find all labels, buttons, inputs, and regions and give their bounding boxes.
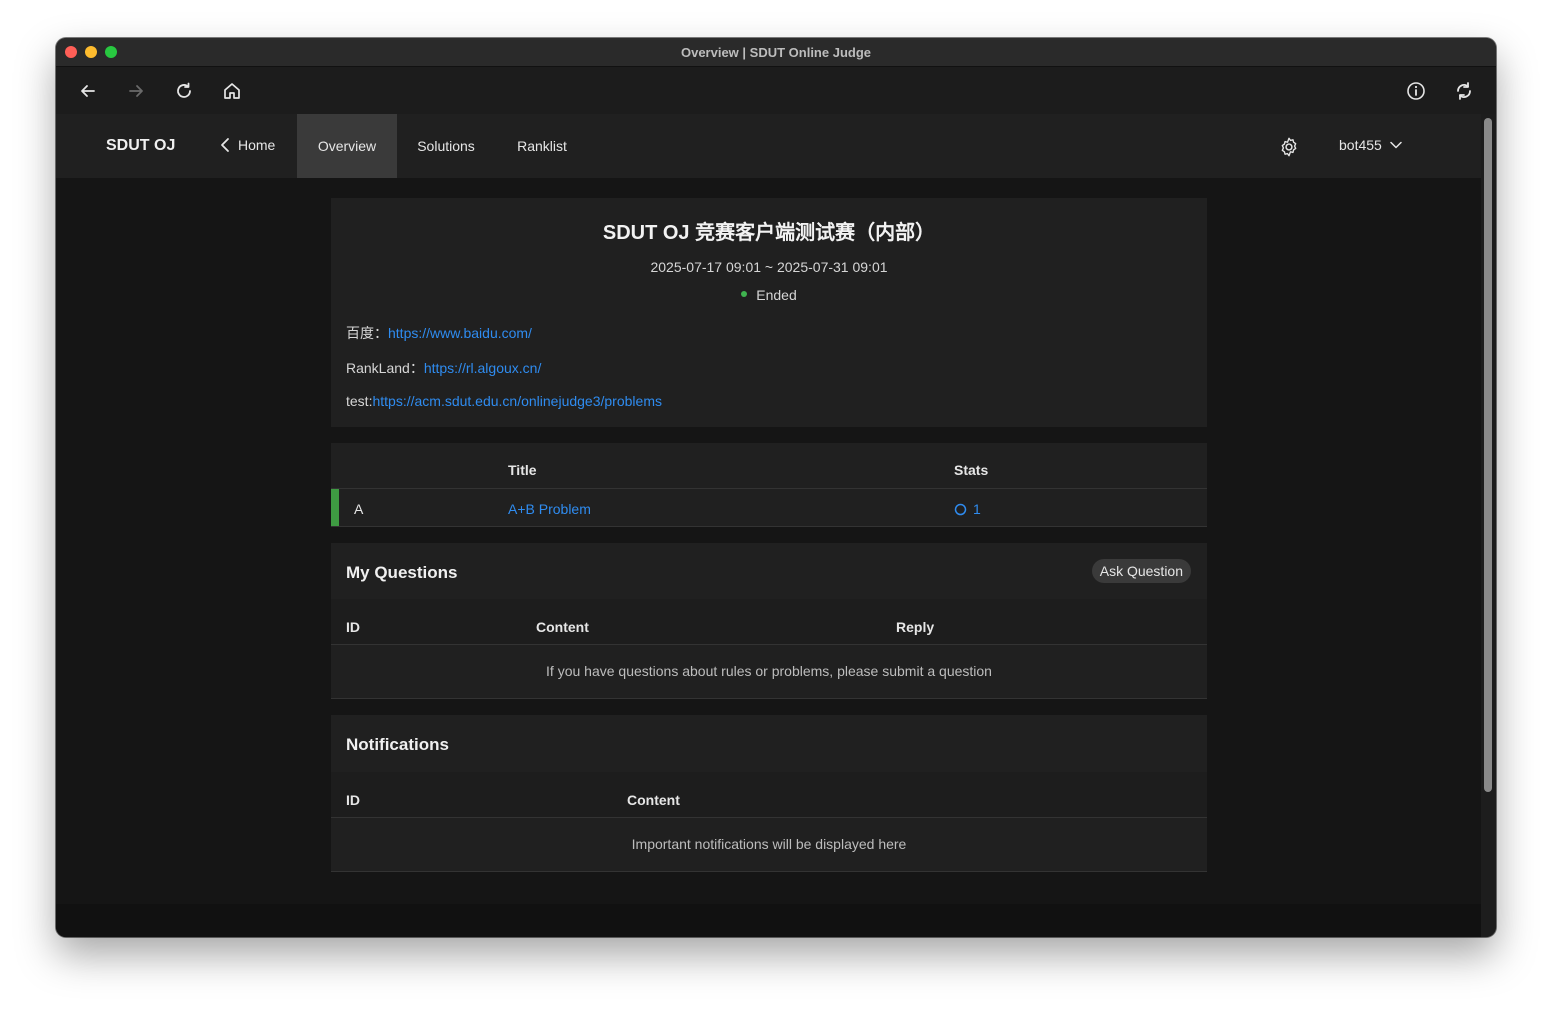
contest-title: SDUT OJ 竞赛客户端测试赛（内部）: [602, 222, 936, 244]
problem-index: A: [354, 501, 364, 517]
vertical-scrollbar[interactable]: [1481, 114, 1496, 937]
column-header-stats: Stats: [954, 462, 989, 478]
home-icon[interactable]: [220, 79, 244, 103]
arrow-left-icon[interactable]: [76, 79, 100, 103]
notifications-table-header: ID Content: [331, 772, 1207, 818]
circle-icon: [954, 503, 967, 515]
contest-desc-line: 百度：https://www.baidu.com/: [346, 323, 532, 343]
tab-solutions[interactable]: Solutions: [401, 114, 491, 178]
contest-time: 2025-07-17 09:01 ~ 2025-07-31 09:01: [650, 259, 888, 275]
problem-title-link[interactable]: A+B Problem: [508, 501, 591, 517]
problem-table-header: Title Stats: [331, 443, 1207, 489]
notifications-card: Notifications ID Content Important notif…: [331, 715, 1207, 872]
problem-stats: 1: [954, 501, 981, 517]
brand-logo[interactable]: SDUT OJ: [106, 137, 175, 155]
browser-window: Overview | SDUT Online Judge SDUT OJ Hom…: [56, 38, 1496, 937]
desc-label: RankLand：: [346, 360, 424, 376]
gear-icon[interactable]: [1278, 136, 1300, 158]
desc-link[interactable]: https://rl.algoux.cn/: [424, 360, 542, 376]
problem-table: Title Stats A A+B Problem 1: [331, 443, 1207, 527]
username: bot455: [1339, 137, 1382, 153]
questions-empty-text: If you have questions about rules or pro…: [331, 645, 1207, 699]
desc-link[interactable]: https://acm.sdut.edu.cn/onlinejudge3/pro…: [372, 393, 662, 409]
contest-info-card: SDUT OJ 竞赛客户端测试赛（内部） 2025-07-17 09:01 ~ …: [331, 198, 1207, 427]
contest-status-label: Ended: [756, 287, 797, 303]
desc-link[interactable]: https://www.baidu.com/: [388, 325, 532, 341]
contest-desc-line: RankLand：https://rl.algoux.cn/: [346, 358, 541, 378]
problem-stats-count: 1: [973, 501, 981, 517]
sync-icon[interactable]: [1452, 79, 1476, 103]
status-dot-icon: [741, 291, 748, 298]
chevron-left-icon: [221, 138, 229, 152]
chevron-down-icon: [1390, 141, 1402, 149]
ask-question-button[interactable]: Ask Question: [1091, 559, 1191, 583]
contest-desc-line: test:https://acm.sdut.edu.cn/onlinejudge…: [346, 393, 662, 409]
page-footer-area: [56, 904, 1481, 937]
tab-overview[interactable]: Overview: [297, 114, 397, 178]
column-header-content: Content: [536, 619, 589, 635]
scrollbar-thumb[interactable]: [1484, 118, 1492, 792]
top-navbar: SDUT OJ Home Overview Solutions Ranklist…: [56, 114, 1481, 178]
desc-label: test:: [346, 393, 373, 409]
desc-label: 百度：: [346, 325, 388, 341]
column-header-title: Title: [508, 462, 537, 478]
reload-icon[interactable]: [172, 79, 196, 103]
nav-home-link[interactable]: Home: [218, 137, 275, 153]
tab-ranklist[interactable]: Ranklist: [504, 114, 580, 178]
column-header-content: Content: [627, 792, 680, 808]
notifications-title: Notifications: [346, 735, 449, 754]
notifications-empty-text: Important notifications will be displaye…: [331, 818, 1207, 872]
title-bar: Overview | SDUT Online Judge: [56, 38, 1496, 67]
questions-table-header: ID Content Reply: [331, 599, 1207, 645]
user-menu[interactable]: bot455: [1339, 137, 1402, 153]
column-header-id: ID: [346, 792, 360, 808]
nav-home-label: Home: [238, 137, 276, 153]
browser-toolbar: [56, 67, 1496, 114]
arrow-right-icon[interactable]: [124, 79, 148, 103]
table-row[interactable]: A A+B Problem 1: [331, 489, 1207, 527]
contest-status: Ended: [331, 287, 1207, 303]
page-viewport: SDUT OJ Home Overview Solutions Ranklist…: [56, 114, 1481, 937]
problem-status-bar: [331, 489, 339, 526]
window-title: Overview | SDUT Online Judge: [680, 45, 872, 60]
column-header-reply: Reply: [896, 619, 935, 635]
column-header-id: ID: [346, 619, 360, 635]
my-questions-card: My Questions Ask Question ID Content Rep…: [331, 543, 1207, 699]
my-questions-title: My Questions: [346, 563, 458, 582]
info-icon[interactable]: [1404, 79, 1428, 103]
